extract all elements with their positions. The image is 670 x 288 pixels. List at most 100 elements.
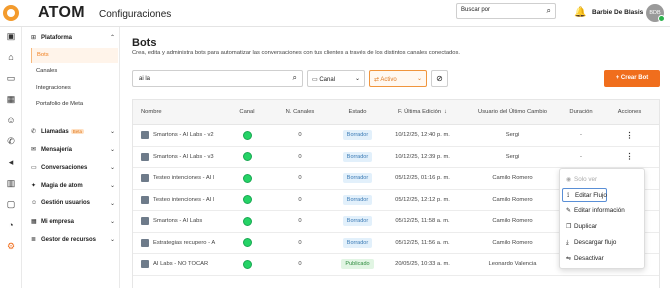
chevron-down-icon: ⌄ xyxy=(416,76,422,82)
chevron-down-icon[interactable]: ⌄ xyxy=(110,236,115,243)
chevron-down-icon[interactable]: ⌄ xyxy=(110,200,115,207)
sidebar-group-magia[interactable]: ✦ Magia de atom xyxy=(31,182,83,189)
bell-icon[interactable]: 🔔 xyxy=(574,7,586,18)
more-vert-icon[interactable]: ⋮ xyxy=(626,131,634,140)
sidebar-item-bots[interactable]: Bots xyxy=(31,48,118,63)
cell-estado: Borrador xyxy=(335,190,380,211)
grid-icon: ⊞ xyxy=(31,35,37,41)
col-estado[interactable]: Estado xyxy=(335,100,380,124)
sidebar-item-canales[interactable]: Canales xyxy=(31,64,118,79)
cell-canal xyxy=(229,125,265,146)
users-icon[interactable]: ☺ xyxy=(6,115,16,125)
estado-filter-label: Activo xyxy=(380,77,397,83)
col-canal[interactable]: Canal xyxy=(229,100,265,124)
estado-filter-select[interactable]: ⇄ Activo ⌄ xyxy=(369,70,427,87)
status-badge: Borrador xyxy=(342,194,373,205)
menu-item-desactivar[interactable]: ⇋ Desactivar xyxy=(562,252,644,266)
menu-item-label: Duplicar xyxy=(574,223,598,230)
bot-search-input[interactable]: ai la ⌕ xyxy=(132,70,303,87)
table-row[interactable]: Smartons - AI Labs - v2 0 Borrador 10/12/25… xyxy=(133,125,659,147)
user-name[interactable]: Barbie De Blasis xyxy=(592,9,643,16)
cell-n-canales: 0 xyxy=(298,196,302,203)
col-n-canales[interactable]: N. Canales xyxy=(265,100,335,124)
cell-acciones: ⋮ xyxy=(602,147,657,168)
table-icon[interactable]: ▦ xyxy=(6,94,16,104)
sort-down-icon[interactable]: ↓ xyxy=(444,109,447,115)
col-nombre[interactable]: Nombre xyxy=(141,100,229,124)
sidebar-item-integraciones[interactable]: Integraciones xyxy=(31,81,118,96)
chevron-down-icon[interactable]: ⌄ xyxy=(110,218,115,225)
search-icon[interactable]: ⌕ xyxy=(293,73,297,83)
mail-icon: ✉ xyxy=(31,147,37,153)
sidebar-group-empresa[interactable]: ▦ Mi empresa xyxy=(31,218,74,225)
status-badge: Borrador xyxy=(342,173,373,184)
app-logo-icon[interactable] xyxy=(3,5,19,21)
cell-nombre[interactable]: Testeo intenciones - AI l xyxy=(141,190,229,211)
more-vert-icon[interactable]: ⋮ xyxy=(626,152,634,161)
cell-fecha: 20/05/25, 10:33 a. m. xyxy=(395,261,450,268)
chat-icon[interactable]: ▭ xyxy=(6,73,16,83)
canal-filter-select[interactable]: ▭ Canal ⌄ xyxy=(307,70,365,87)
bot-icon xyxy=(141,152,149,161)
sidebar-group-recursos[interactable]: ≣ Gestor de recursos xyxy=(31,236,96,243)
cell-canal xyxy=(229,254,265,275)
search-icon[interactable]: ⌕ xyxy=(547,6,551,16)
create-bot-button[interactable]: + Crear Bot xyxy=(604,70,660,87)
global-search-input[interactable]: Buscar por ⌕ xyxy=(456,3,556,19)
sidebar-group-plataforma[interactable]: ⊞ Plataforma xyxy=(31,34,72,41)
menu-item-duplicar[interactable]: ❐ Duplicar xyxy=(562,220,644,234)
cell-nombre[interactable]: AI Labs - NO TOCAR xyxy=(141,254,229,275)
menu-item-descargar-flujo[interactable]: ⤓ Descargar flujo xyxy=(562,236,644,250)
building-icon: ▦ xyxy=(31,219,37,225)
whatsapp-icon xyxy=(242,238,252,248)
timer-icon[interactable]: ◔ xyxy=(6,220,16,230)
message-icon[interactable]: ▢ xyxy=(6,199,16,209)
bot-name: Smartons - AI Labs - v3 xyxy=(153,153,214,160)
bot-name: Smartons - AI Labs xyxy=(153,218,203,225)
col-duracion[interactable]: Duración xyxy=(560,100,602,124)
sidebar-group-gestion-usuarios[interactable]: ☺ Gestión usuarios xyxy=(31,200,90,206)
phone-off-icon[interactable]: ✆ xyxy=(6,136,16,146)
page-description: Crea, edita y administra bots para autom… xyxy=(132,50,461,56)
bot-name: Smartons - AI Labs - v2 xyxy=(153,132,214,139)
sidebar-group-label: Mi empresa xyxy=(41,219,75,225)
home-icon[interactable]: ⌂ xyxy=(6,52,16,62)
cell-nombre[interactable]: Smartons - AI Labs - v3 xyxy=(141,147,229,168)
cell-nombre[interactable]: Smartons - AI Labs xyxy=(141,211,229,232)
cell-canal xyxy=(229,233,265,254)
bot-name: AI Labs - NO TOCAR xyxy=(153,261,209,268)
chevron-down-icon[interactable]: ⌄ xyxy=(110,146,115,153)
megaphone-icon[interactable]: ◂ xyxy=(6,157,16,167)
col-fecha[interactable]: F. Última Edición ↓ xyxy=(380,100,465,124)
sidebar-item-portafolio[interactable]: Portafolio de Meta xyxy=(31,97,118,112)
bot-icon xyxy=(141,260,149,269)
col-fecha-label: F. Última Edición xyxy=(397,109,442,115)
settings-sidebar: ⊞ Plataforma ⌃ Bots Canales Integraciones… xyxy=(23,27,120,288)
settings-icon[interactable]: ⚙ xyxy=(6,241,16,251)
chevron-down-icon[interactable]: ⌄ xyxy=(110,182,115,189)
cell-acciones: ⋮ xyxy=(602,125,657,146)
magic-icon: ✦ xyxy=(31,183,37,189)
cell-fecha: 10/12/25, 12:40 p. m. xyxy=(395,132,450,139)
sidebar-group-conversaciones[interactable]: ▭ Conversaciones xyxy=(31,164,87,171)
sidebar-group-llamadas[interactable]: ✆ Llamadas Beta xyxy=(31,128,84,135)
analytics-icon[interactable]: ▥ xyxy=(6,178,16,188)
clear-filter-icon[interactable]: ⊘ xyxy=(431,70,448,87)
cell-nombre[interactable]: Smartons - AI Labs - v2 xyxy=(141,125,229,146)
sidebar-group-label: Magia de atom xyxy=(41,183,83,189)
sidebar-group-mensajeria[interactable]: ✉ Mensajería xyxy=(31,146,72,153)
menu-item-editar-flujo[interactable]: ⟟ Editar Flujo xyxy=(562,188,607,202)
panel-icon[interactable]: ▣ xyxy=(6,31,16,41)
cell-nombre[interactable]: Testeo intenciones - AI l xyxy=(141,168,229,189)
menu-item-label: Editar información xyxy=(574,207,625,214)
chevron-down-icon[interactable]: ⌄ xyxy=(110,128,115,135)
cell-fecha: 05/12/25, 11:58 a. m. xyxy=(395,218,450,225)
cell-nombre[interactable]: Estrategias recupero - A xyxy=(141,233,229,254)
chevron-up-icon[interactable]: ⌃ xyxy=(110,34,115,41)
col-usuario[interactable]: Usuario del Último Cambio xyxy=(465,100,560,124)
top-bar: ATOM Configuraciones Buscar por ⌕ 🔔 Barb… xyxy=(0,0,670,27)
cell-estado: Borrador xyxy=(335,211,380,232)
menu-item-editar-informacion[interactable]: ✎ Editar información xyxy=(562,204,644,218)
table-row[interactable]: Smartons - AI Labs - v3 0 Borrador 10/12/25… xyxy=(133,147,659,168)
chevron-down-icon[interactable]: ⌄ xyxy=(110,164,115,171)
